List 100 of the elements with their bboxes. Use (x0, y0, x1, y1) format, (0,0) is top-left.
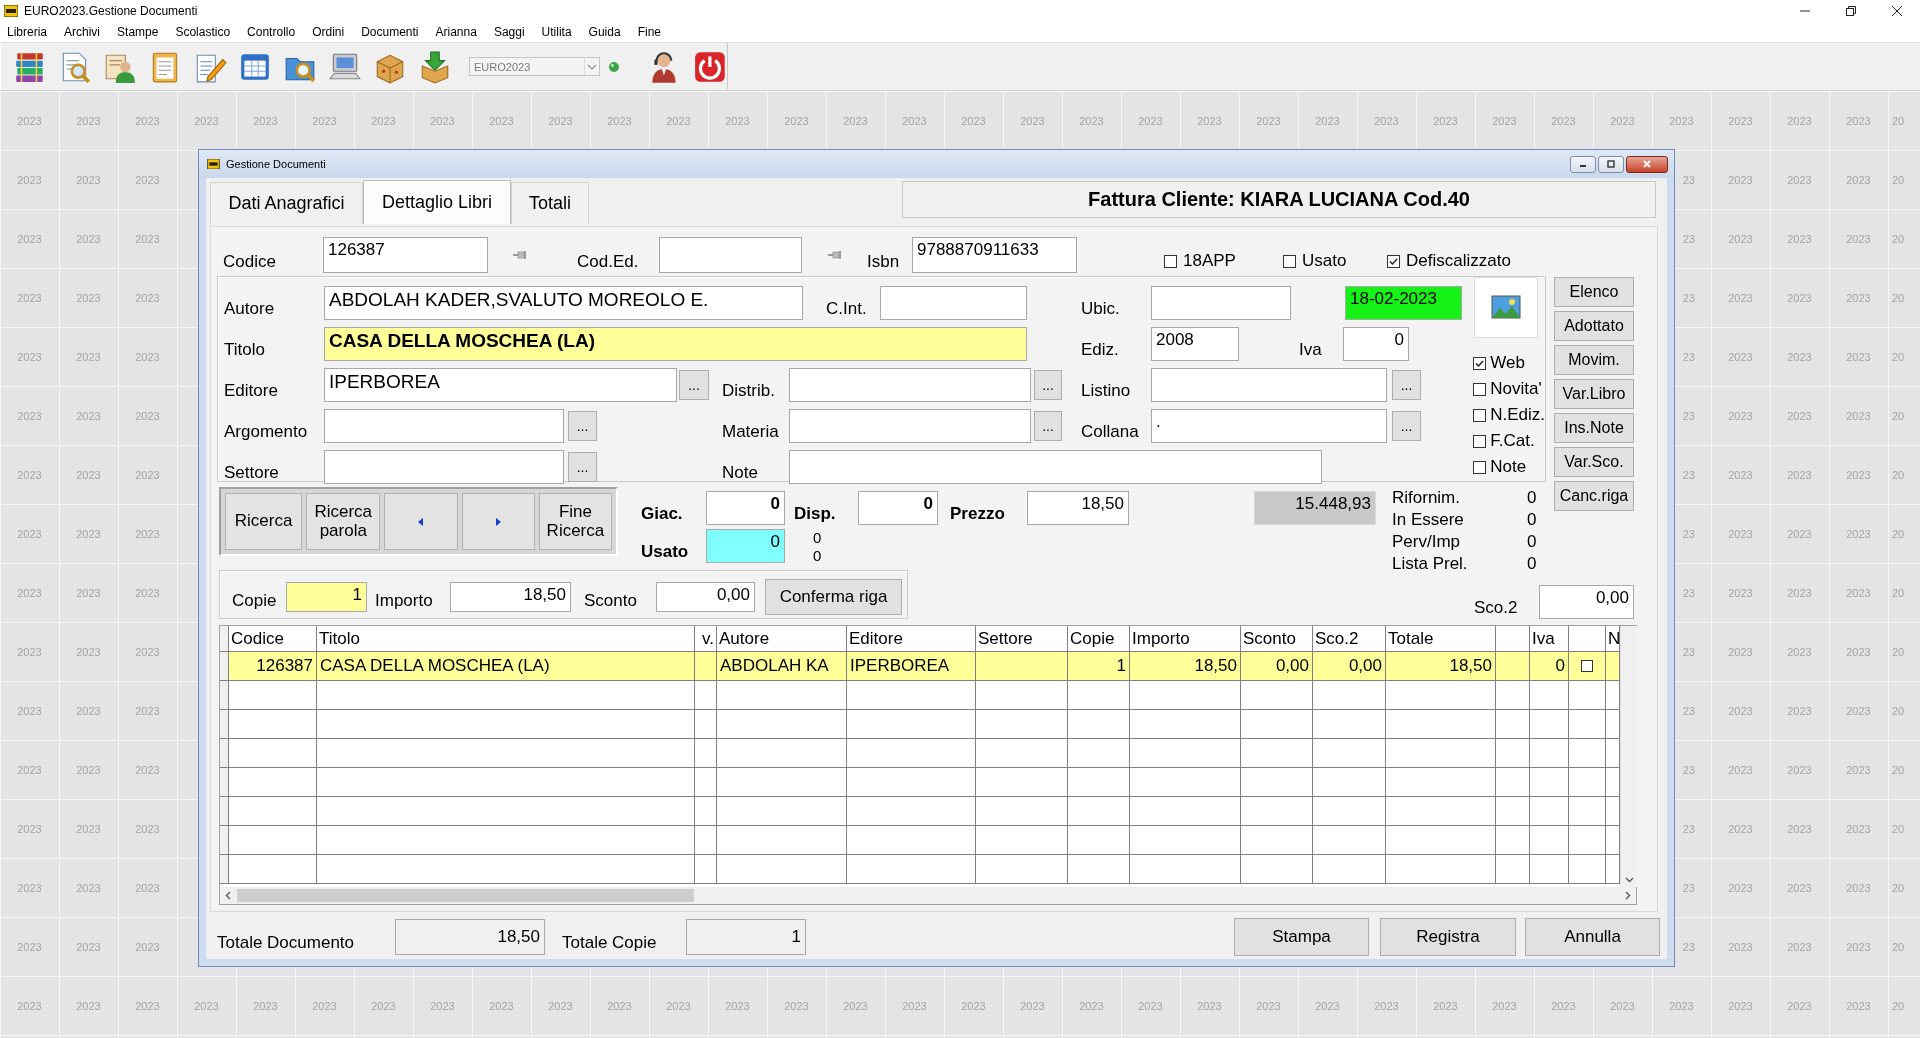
row-header[interactable] (220, 626, 229, 652)
search-button[interactable]: Fine Ricerca (538, 493, 613, 550)
restore-icon[interactable] (1845, 5, 1857, 17)
date-field[interactable]: 18-02-2023 (1345, 286, 1462, 320)
column-header[interactable]: Codice (231, 628, 284, 649)
input-field[interactable] (1151, 286, 1291, 320)
input-field[interactable]: CASA DELLA MOSCHEA (LA) (324, 327, 1027, 361)
pin-icon[interactable] (513, 251, 527, 259)
input-field[interactable]: 18,50 (1027, 491, 1129, 525)
menu-item[interactable]: Guida (588, 25, 621, 39)
browse-button[interactable]: ... (679, 370, 709, 400)
input-field[interactable]: . (1151, 409, 1387, 443)
input-field[interactable]: ABDOLAH KADER,SVALUTO MOREOLO E. (324, 286, 803, 320)
checkbox[interactable]: Defiscalizzato (1387, 251, 1511, 271)
table-row[interactable]: 126387 CASA DELLA MOSCHEA (LA) ABDOLAH KA IPERBOREA 1 18,50 0,00 0,00 18,50 0 (220, 652, 1620, 681)
browse-button[interactable]: ... (1392, 411, 1421, 441)
input-field[interactable] (324, 409, 564, 443)
tab[interactable]: Totali (511, 182, 589, 224)
confirm-row-button[interactable]: Conferma riga (765, 579, 902, 615)
input-field[interactable]: 0,00 (656, 582, 755, 612)
action-button[interactable]: Var.Libro (1554, 379, 1634, 409)
row-header[interactable] (220, 652, 229, 681)
row-header[interactable] (220, 826, 229, 855)
input-field[interactable]: 126387 (323, 237, 488, 273)
browse-button[interactable]: ... (1392, 370, 1421, 400)
browse-button[interactable]: ... (1034, 411, 1062, 441)
column-header[interactable]: Importo (1132, 628, 1190, 649)
menu-item[interactable]: Arianna (435, 25, 477, 39)
input-field[interactable]: 1 (286, 582, 367, 612)
search-button[interactable]: Ricerca parola (306, 493, 381, 550)
checkbox[interactable] (1581, 660, 1593, 672)
action-button[interactable]: Elenco (1554, 277, 1634, 307)
menu-item[interactable]: Scolastico (175, 25, 231, 39)
column-header[interactable]: v. (702, 628, 714, 649)
readonly-field[interactable]: 18,50 (395, 918, 545, 955)
column-header[interactable]: Editore (849, 628, 903, 649)
action-button[interactable]: Adottato (1554, 311, 1634, 341)
column-header[interactable]: Sconto (1243, 628, 1296, 649)
close-button[interactable] (1626, 155, 1668, 173)
close-icon[interactable] (1891, 5, 1903, 17)
browse-button[interactable]: ... (568, 452, 597, 482)
footer-button[interactable]: Registra (1380, 917, 1516, 956)
input-field[interactable]: 0 (1343, 327, 1409, 361)
menu-item[interactable]: Fine (637, 25, 661, 39)
input-field[interactable] (789, 409, 1031, 443)
tab[interactable]: Dettaglio Libri (363, 180, 511, 224)
input-field[interactable]: 0 (858, 491, 938, 525)
menu-item[interactable]: Documenti (361, 25, 419, 39)
maximize-button[interactable] (1598, 155, 1624, 173)
action-button[interactable]: Var.Sco. (1554, 447, 1634, 477)
menu-item[interactable]: Controllo (247, 25, 296, 39)
action-button[interactable]: Canc.riga (1554, 481, 1634, 511)
input-field[interactable] (324, 450, 564, 484)
row-header[interactable] (220, 681, 229, 710)
row-header[interactable] (220, 855, 229, 884)
input-field[interactable] (1151, 368, 1387, 402)
checkbox[interactable]: 18APP (1164, 251, 1236, 271)
right-triangle-icon[interactable] (495, 517, 502, 526)
minimize-button[interactable] (1570, 155, 1596, 173)
input-field[interactable]: 18,50 (450, 582, 571, 612)
input-field[interactable]: 2008 (1151, 327, 1239, 361)
footer-button[interactable]: Annulla (1525, 917, 1660, 956)
action-button[interactable]: Movim. (1554, 345, 1634, 375)
column-header[interactable]: Iva (1532, 628, 1555, 649)
browse-button[interactable]: ... (1034, 370, 1062, 400)
browse-button[interactable]: ... (568, 411, 597, 441)
footer-button[interactable]: Stampa (1234, 917, 1369, 956)
column-header[interactable]: Titolo (319, 628, 360, 649)
menu-item[interactable]: Libreria (7, 25, 48, 39)
menu-item[interactable]: Stampe (117, 25, 159, 39)
tab[interactable]: Dati Anagrafici (210, 182, 363, 224)
row-header[interactable] (220, 739, 229, 768)
menu-item[interactable]: Ordini (312, 25, 345, 39)
maximize-icon[interactable] (1606, 160, 1616, 168)
input-field[interactable] (789, 368, 1031, 402)
column-header[interactable]: N (1608, 628, 1621, 649)
input-field[interactable]: 0 (706, 491, 785, 525)
input-field[interactable]: 0,00 (1539, 585, 1634, 619)
menu-item[interactable]: Saggi (493, 25, 525, 39)
checkbox[interactable]: F.Cat. (1473, 428, 1545, 454)
power-icon[interactable] (693, 49, 727, 84)
readonly-field[interactable]: 15.448,93 (1254, 491, 1376, 525)
checkbox[interactable]: Usato (1283, 251, 1347, 271)
row-header[interactable] (220, 710, 229, 739)
menu-item[interactable]: Utilita (541, 25, 572, 39)
image-icon[interactable] (1474, 277, 1539, 338)
input-field[interactable] (789, 450, 1322, 484)
column-header[interactable]: Settore (978, 628, 1033, 649)
checkbox[interactable]: Novita' (1473, 376, 1545, 402)
action-button[interactable]: Ins.Note (1554, 413, 1634, 443)
left-triangle-icon[interactable] (418, 517, 424, 526)
input-field[interactable] (659, 237, 802, 273)
scrollbar-thumb[interactable] (237, 889, 694, 902)
checkbox[interactable]: N.Ediz. (1473, 402, 1545, 428)
menu-item[interactable]: Archivi (64, 25, 101, 39)
input-field[interactable]: 9788870911633 (912, 237, 1077, 273)
checkbox[interactable]: Note (1473, 454, 1545, 480)
readonly-field[interactable]: 1 (686, 918, 806, 955)
horizontal-scrollbar[interactable] (220, 887, 1636, 904)
column-header[interactable]: Autore (719, 628, 770, 649)
